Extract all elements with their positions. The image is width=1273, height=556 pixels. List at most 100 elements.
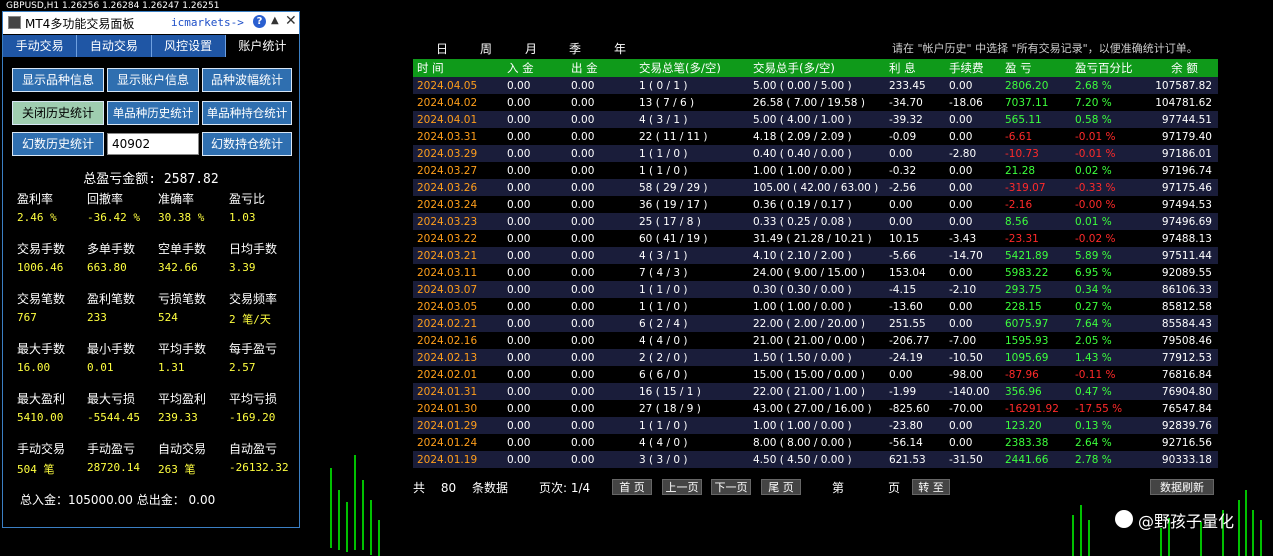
table-cell: 2024.04.05	[413, 77, 503, 94]
table-cell: -319.07	[1001, 179, 1071, 196]
table-cell: 0.01 %	[1071, 213, 1147, 230]
table-cell: 0.00	[567, 77, 635, 94]
stat-label: 最小手数	[87, 342, 136, 356]
tab-auto-trade[interactable]: 自动交易	[77, 35, 152, 57]
magic-history-stats-button[interactable]: 幻数历史统计	[12, 132, 104, 156]
table-cell: 92839.76	[1147, 417, 1218, 434]
table-cell: 7.64 %	[1071, 315, 1147, 332]
table-cell: 0.00	[567, 162, 635, 179]
table-cell: 565.11	[1001, 111, 1071, 128]
table-cell: 0.00	[945, 196, 1001, 213]
column-header: 入 金	[503, 59, 567, 77]
panel-title-bar[interactable]: MT4多功能交易面板 icmarkets-> ? ▲ ✕	[3, 12, 299, 34]
stat-label: 最大亏损	[87, 392, 136, 406]
table-cell: 0.00	[945, 298, 1001, 315]
table-cell: 0.00	[567, 247, 635, 264]
table-cell: 1 ( 1 / 0 )	[635, 281, 749, 298]
stat-value: -5544.45	[87, 411, 140, 424]
column-header: 时 间	[413, 59, 503, 77]
prev-page-button[interactable]: 上一页	[662, 479, 702, 495]
candle	[346, 502, 348, 552]
table-cell: -31.50	[945, 451, 1001, 468]
table-cell: 27 ( 18 / 9 )	[635, 400, 749, 417]
total-pnl: 总盈亏金额: 2587.82	[3, 168, 299, 187]
table-cell: 0.00	[503, 230, 567, 247]
table-cell: 0.00	[567, 298, 635, 315]
stat-label: 多单手数	[87, 242, 136, 256]
next-page-button[interactable]: 下一页	[711, 479, 751, 495]
table-cell: 58 ( 29 / 29 )	[635, 179, 749, 196]
table-cell: 2024.03.05	[413, 298, 503, 315]
magic-number-input[interactable]: 40902	[107, 133, 199, 155]
table-cell: 5.00 ( 4.00 / 1.00 )	[749, 111, 885, 128]
table-cell: 1.00 ( 1.00 / 0.00 )	[749, 417, 885, 434]
show-symbol-info-button[interactable]: 显示品种信息	[12, 68, 104, 92]
stat-value: 524	[158, 311, 178, 324]
refresh-data-button[interactable]: 数据刷新	[1150, 479, 1214, 495]
stat-label: 最大手数	[17, 342, 66, 356]
table-cell: 2024.02.16	[413, 332, 503, 349]
magic-position-stats-button[interactable]: 幻数持仓统计	[202, 132, 292, 156]
table-cell: 2.05 %	[1071, 332, 1147, 349]
table-cell: 0.00	[567, 94, 635, 111]
goto-button[interactable]: 转 至	[912, 479, 950, 495]
table-cell: 85584.43	[1147, 315, 1218, 332]
table-cell: 2024.03.29	[413, 145, 503, 162]
table-cell: 5983.22	[1001, 264, 1071, 281]
table-cell: 2024.03.21	[413, 247, 503, 264]
total-pnl-label: 总盈亏金额:	[83, 172, 157, 187]
tab-account-stats[interactable]: 账户统计	[225, 35, 299, 57]
period-tab-day[interactable]: 日	[436, 40, 448, 57]
table-cell: -5.66	[885, 247, 945, 264]
table-cell: 36 ( 19 / 17 )	[635, 196, 749, 213]
period-tab-quarter[interactable]: 季	[569, 40, 581, 57]
stat-label: 自动盈亏	[229, 442, 278, 456]
table-cell: -13.60	[885, 298, 945, 315]
tab-manual-trade[interactable]: 手动交易	[3, 35, 78, 57]
table-cell: -0.11 %	[1071, 366, 1147, 383]
period-tab-month[interactable]: 月	[525, 40, 537, 57]
table-cell: 2024.03.24	[413, 196, 503, 213]
help-icon[interactable]: ?	[253, 15, 266, 28]
close-history-stats-button[interactable]: 关闭历史统计	[12, 101, 104, 125]
table-cell: 16 ( 15 / 1 )	[635, 383, 749, 400]
table-cell: 0.00	[945, 417, 1001, 434]
symbol-range-stats-button[interactable]: 品种波幅统计	[202, 68, 292, 92]
table-cell: 2024.02.13	[413, 349, 503, 366]
table-row: 2024.02.16 0.00 0.00 4 ( 4 / 0 ) 21.00 ( 21.…	[413, 332, 1218, 349]
deposit-withdraw-summary: 总入金：105000.00 总出金： 0.00	[20, 493, 216, 507]
table-cell: 0.00	[567, 349, 635, 366]
period-tab-week[interactable]: 周	[480, 40, 492, 57]
table-cell: -1.99	[885, 383, 945, 400]
last-page-button[interactable]: 尾 页	[761, 479, 801, 495]
single-symbol-position-button[interactable]: 单品种持仓统计	[202, 101, 292, 125]
table-cell: 4 ( 4 / 0 )	[635, 434, 749, 451]
table-cell: -23.31	[1001, 230, 1071, 247]
table-cell: 0.00	[503, 298, 567, 315]
tab-risk-settings[interactable]: 风控设置	[152, 35, 226, 57]
stat-value: 342.66	[158, 261, 198, 274]
close-icon[interactable]: ✕	[285, 13, 297, 29]
table-cell: 2024.03.23	[413, 213, 503, 230]
period-tab-year[interactable]: 年	[614, 40, 626, 57]
table-cell: 97179.40	[1147, 128, 1218, 145]
table-cell: -206.77	[885, 332, 945, 349]
candle	[1072, 515, 1074, 556]
table-cell: -4.15	[885, 281, 945, 298]
table-cell: 8.00 ( 8.00 / 0.00 )	[749, 434, 885, 451]
show-account-info-button[interactable]: 显示账户信息	[107, 68, 199, 92]
table-cell: 2024.04.01	[413, 111, 503, 128]
table-cell: 1 ( 1 / 0 )	[635, 298, 749, 315]
collapse-icon[interactable]: ▲	[271, 15, 279, 26]
table-cell: 0.13 %	[1071, 417, 1147, 434]
stat-label: 回撤率	[87, 192, 124, 206]
table-cell: 0.00	[945, 264, 1001, 281]
table-cell: 0.00	[567, 417, 635, 434]
stat-value: 3.39	[229, 261, 256, 274]
table-cell: 356.96	[1001, 383, 1071, 400]
stat-value: 2.57	[229, 361, 256, 374]
table-cell: 76816.84	[1147, 366, 1218, 383]
table-cell: 0.34 %	[1071, 281, 1147, 298]
first-page-button[interactable]: 首 页	[612, 479, 652, 495]
single-symbol-history-button[interactable]: 单品种历史统计	[107, 101, 199, 125]
